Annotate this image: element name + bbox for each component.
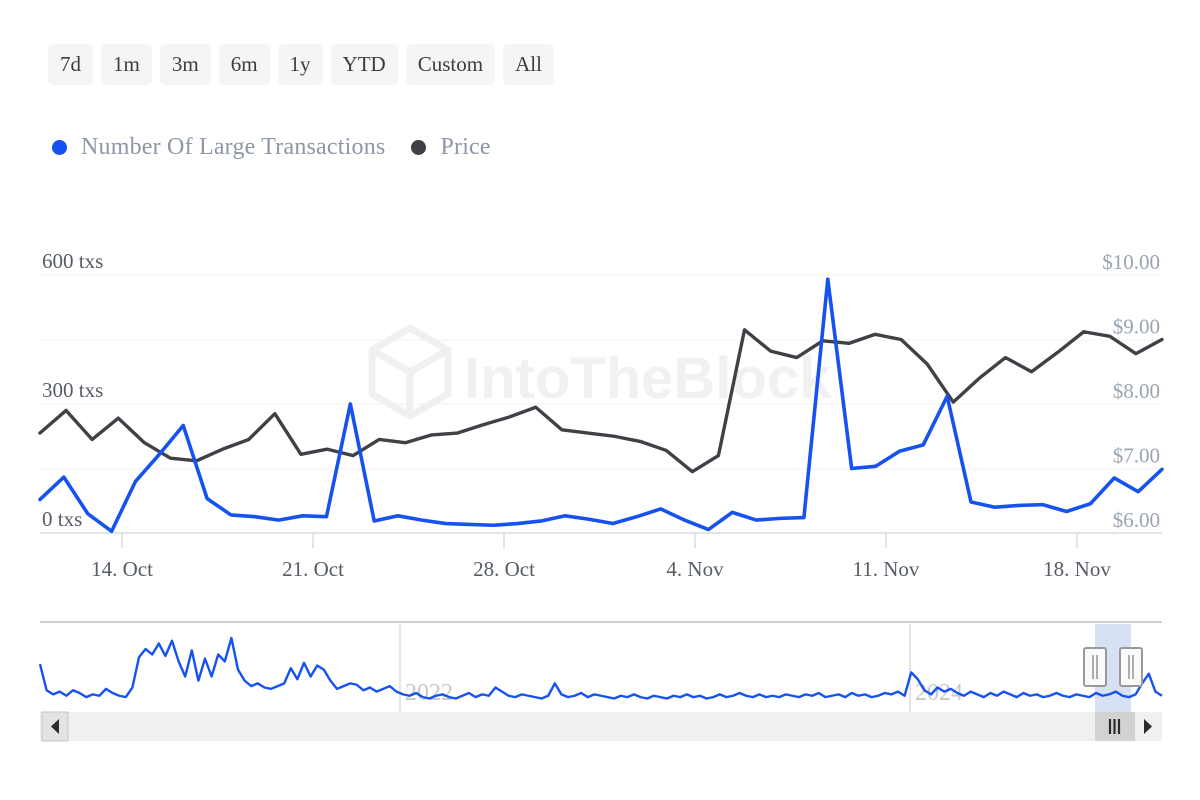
scrollbar-track[interactable]: [40, 712, 1162, 741]
y-axis-right-label: $9.00: [1113, 315, 1160, 339]
y-axis-left-label: 600 txs: [42, 249, 103, 273]
navigator-handle-right[interactable]: [1120, 648, 1142, 686]
x-axis-tick-label: 18. Nov: [1043, 557, 1111, 581]
navigator-series-line: [40, 638, 1162, 699]
navigator[interactable]: 20222024: [40, 624, 1162, 712]
y-axis-right-label: $6.00: [1113, 508, 1160, 532]
navigator-year-label: 2022: [405, 680, 453, 706]
y-axis-left-label: 300 txs: [42, 378, 103, 402]
watermark-logo-inner-icon: [372, 350, 448, 416]
watermark: IntoTheBlock: [372, 328, 832, 416]
watermark-text: IntoTheBlock: [464, 346, 832, 411]
chart-page: 7d 1m 3m 6m 1y YTD Custom All Number Of …: [0, 0, 1200, 800]
y-axis-right-label: $10.00: [1102, 250, 1160, 274]
navigator-handle-left[interactable]: [1084, 648, 1106, 686]
x-axis-tick-label: 21. Oct: [282, 557, 344, 581]
y-axis-left-label: 0 txs: [42, 507, 82, 531]
x-axis-tick-label: 14. Oct: [91, 557, 153, 581]
x-axis-tick-label: 4. Nov: [666, 557, 724, 581]
x-axis-tick-label: 28. Oct: [473, 557, 535, 581]
y-axis-right-label: $7.00: [1113, 444, 1160, 468]
y-axis-right-label: $8.00: [1113, 379, 1160, 403]
x-axis-tick-label: 11. Nov: [853, 557, 920, 581]
scrollbar[interactable]: [40, 712, 1162, 741]
chart-area[interactable]: IntoTheBlock 600 txs 300 txs 0 txs $10.00 $9.…: [0, 0, 1200, 800]
